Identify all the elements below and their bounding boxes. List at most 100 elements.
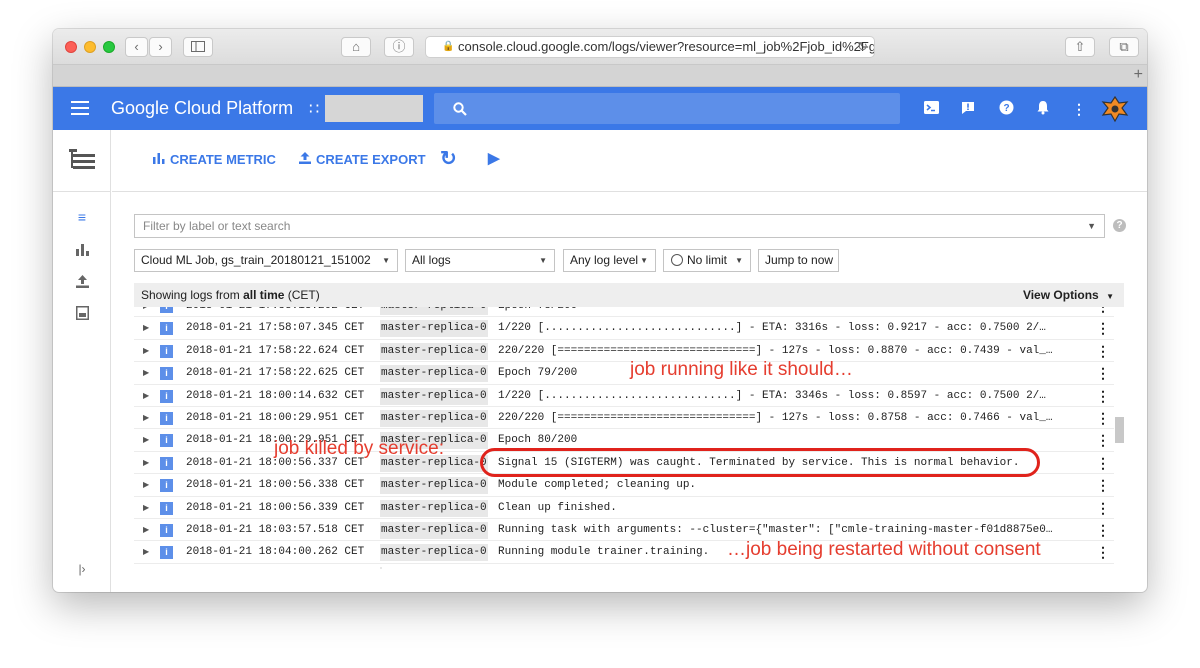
expand-arrow-icon[interactable]: ▶ xyxy=(143,317,149,339)
avatar[interactable] xyxy=(1101,95,1129,123)
search-bar[interactable] xyxy=(434,93,900,124)
log-row[interactable]: ▶ i 2018-01-21 17:58:22.624 CET master-r… xyxy=(134,340,1114,363)
logs-list-icon[interactable]: ≡ xyxy=(73,208,91,226)
view-options-button[interactable]: View Options ▼ xyxy=(1023,283,1114,309)
log-timestamp: 2018-01-21 18:00:14.632 CET xyxy=(186,389,365,402)
metrics-bar-icon[interactable] xyxy=(73,242,91,260)
expand-arrow-icon[interactable]: ▶ xyxy=(143,385,149,407)
project-icon[interactable]: ∷ xyxy=(309,99,319,119)
jump-to-now-button[interactable]: Jump to now xyxy=(758,249,839,272)
create-export-button[interactable]: CREATE EXPORT xyxy=(299,152,426,167)
row-menu-icon[interactable]: ⋮ xyxy=(1096,317,1110,339)
expand-arrow-icon[interactable]: ▶ xyxy=(143,497,149,519)
zoom-window-button[interactable] xyxy=(103,41,115,53)
stream-logs-button[interactable]: ▶ xyxy=(488,149,500,167)
tabs-overview-button[interactable]: ⧉ xyxy=(1109,37,1139,57)
filter-help-icon[interactable]: ? xyxy=(1113,219,1126,232)
expand-arrow-icon[interactable]: ▶ xyxy=(143,407,149,429)
help-icon[interactable]: ? xyxy=(997,100,1015,118)
filter-input[interactable]: Filter by label or text search ▼ xyxy=(134,214,1105,238)
project-selector[interactable] xyxy=(325,95,423,122)
export-upload-icon[interactable] xyxy=(73,274,91,292)
page-info-button[interactable]: ⓘ xyxy=(384,37,414,57)
home-button[interactable]: ⌂ xyxy=(341,37,371,57)
resource-usage-icon[interactable] xyxy=(73,306,91,324)
log-message: 220/220 [==============================]… xyxy=(498,412,1053,424)
limit-selector[interactable]: No limit ▼ xyxy=(663,249,751,272)
expand-rail-icon[interactable]: |› xyxy=(73,560,91,578)
log-row[interactable]: ▶ i 2018-01-21 17:58:07.345 CET master-r… xyxy=(134,317,1114,340)
expand-arrow-icon[interactable]: ▶ xyxy=(143,362,149,384)
expand-arrow-icon[interactable]: ▶ xyxy=(143,474,149,496)
caret-down-icon[interactable]: ▼ xyxy=(1087,215,1096,237)
row-menu-icon[interactable]: ⋮ xyxy=(1096,340,1110,362)
expand-arrow-icon[interactable]: ▶ xyxy=(143,307,149,317)
log-row[interactable]: ▶ i 2018-01-21 17:58:22.625 CET master-r… xyxy=(134,362,1114,385)
log-row[interactable]: ▶ i 2018-01-21 17:58:15.202 CET master-r… xyxy=(134,307,1114,318)
row-menu-icon[interactable]: ⋮ xyxy=(1096,474,1110,496)
log-source-label: master-replica-0 xyxy=(380,410,488,427)
log-timestamp: 2018-01-21 17:58:15.202 CET xyxy=(186,307,364,317)
refresh-button[interactable]: ↻ xyxy=(440,146,457,171)
left-nav-rail: ≡ |› xyxy=(53,192,111,592)
row-menu-icon[interactable]: ⋮ xyxy=(1096,541,1110,563)
log-row[interactable]: ▶ i 2018-01-21 18:00:56.339 CET master-r… xyxy=(134,497,1114,519)
log-message: 1/220 [.............................] - … xyxy=(498,389,1046,402)
minimize-window-button[interactable] xyxy=(84,41,96,53)
expand-arrow-icon[interactable]: ▶ xyxy=(143,429,149,451)
row-menu-icon[interactable]: ⋮ xyxy=(1096,564,1110,569)
log-name-selector[interactable]: All logs ▼ xyxy=(405,249,555,272)
caret-down-icon: ▼ xyxy=(1106,292,1114,301)
menu-icon[interactable] xyxy=(71,101,89,115)
new-tab-icon[interactable]: + xyxy=(1134,66,1143,84)
row-menu-icon[interactable]: ⋮ xyxy=(1096,407,1110,429)
expand-arrow-icon[interactable]: ▶ xyxy=(143,340,149,362)
gcp-header: Google Cloud Platform ∷ ? ⋮ xyxy=(53,87,1147,130)
row-menu-icon[interactable]: ⋮ xyxy=(1096,452,1110,474)
log-row[interactable]: ▶ i 2018-01-21 18:00:29.951 CET master-r… xyxy=(134,407,1114,430)
log-row[interactable]: ▶ i 2018-01-21 18:00:14.632 CET master-r… xyxy=(134,385,1114,407)
row-menu-icon[interactable]: ⋮ xyxy=(1096,362,1110,384)
create-metric-button[interactable]: CREATE METRIC xyxy=(153,152,276,167)
expand-arrow-icon[interactable]: ▶ xyxy=(143,541,149,563)
sidebar-toggle-button[interactable] xyxy=(183,37,213,57)
bell-icon[interactable] xyxy=(1034,100,1052,118)
row-menu-icon[interactable]: ⋮ xyxy=(1096,519,1110,541)
reload-icon[interactable]: ↻ xyxy=(857,37,868,57)
back-button[interactable]: ‹ xyxy=(125,37,148,57)
log-timestamp: 2018-01-21 18:04:00.262 CET xyxy=(186,546,365,559)
cloud-shell-icon[interactable] xyxy=(922,100,940,118)
address-bar[interactable]: 🔒 console.cloud.google.com/logs/viewer?r… xyxy=(425,36,875,58)
home-icon: ⌂ xyxy=(352,39,360,54)
log-timestamp: 2018-01-21 17:58:07.345 CET xyxy=(186,322,365,335)
annotation-killed: job killed by service: xyxy=(274,438,445,459)
log-row[interactable]: ▶ i ⋮ xyxy=(134,564,1114,569)
log-row[interactable]: ▶ i 2018-01-21 18:00:56.338 CET master-r… xyxy=(134,474,1114,497)
log-source-label: master-replica-0 xyxy=(380,522,488,539)
expand-arrow-icon[interactable]: ▶ xyxy=(143,519,149,541)
row-menu-icon[interactable]: ⋮ xyxy=(1096,429,1110,451)
browser-titlebar: ‹ › ⌂ ⓘ 🔒 console.cloud.google.com/logs/… xyxy=(53,29,1147,65)
log-source-label: master-replica-0 xyxy=(380,387,488,405)
log-scrollbar[interactable] xyxy=(1115,417,1124,443)
logs-toolbar: CREATE METRIC CREATE EXPORT ↻ ▶ xyxy=(112,130,1147,192)
search-icon xyxy=(453,102,467,116)
log-level-selector[interactable]: Any log level ▼ xyxy=(563,249,656,272)
log-message: Epoch 78/200 xyxy=(498,307,1078,317)
info-severity-icon: i xyxy=(160,524,173,537)
log-timestamp: 2018-01-21 17:58:22.625 CET xyxy=(186,367,365,380)
row-menu-icon[interactable]: ⋮ xyxy=(1096,307,1110,317)
log-range-tz: (CET) xyxy=(287,288,320,302)
log-panel-header: Showing logs from all time (CET) View Op… xyxy=(134,283,1124,307)
expand-arrow-icon[interactable]: ▶ xyxy=(143,452,149,474)
row-menu-icon[interactable]: ⋮ xyxy=(1096,385,1110,407)
expand-arrow-icon[interactable]: ▶ xyxy=(143,564,149,569)
row-menu-icon[interactable]: ⋮ xyxy=(1096,497,1110,519)
forward-button[interactable]: › xyxy=(149,37,172,57)
resource-selector[interactable]: Cloud ML Job, gs_train_20180121_151002 ▼ xyxy=(134,249,398,272)
notifications-alert-icon[interactable] xyxy=(959,100,977,118)
more-vert-icon[interactable]: ⋮ xyxy=(1070,100,1088,118)
close-window-button[interactable] xyxy=(65,41,77,53)
share-button[interactable]: ⇧ xyxy=(1065,37,1095,57)
brand-title[interactable]: Google Cloud Platform xyxy=(111,98,293,119)
